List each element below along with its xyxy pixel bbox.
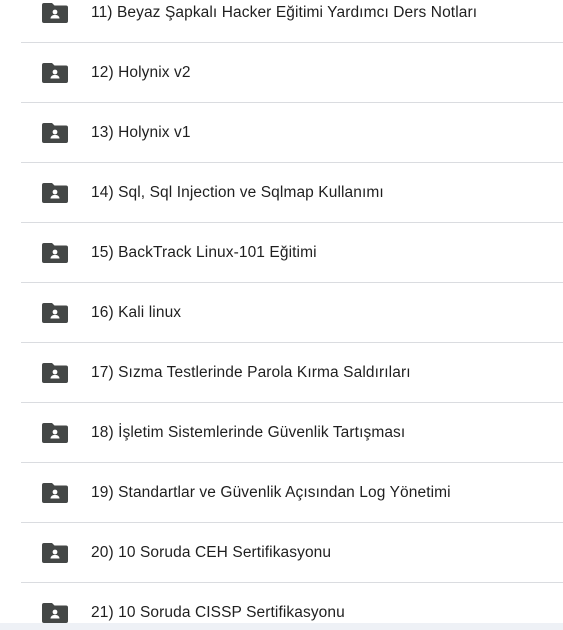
folder-row[interactable]: 19) Standartlar ve Güvenlik Açısından Lo… bbox=[21, 463, 563, 523]
folder-name: 13) Holynix v1 bbox=[91, 123, 191, 141]
folder-row[interactable]: 17) Sızma Testlerinde Parola Kırma Saldı… bbox=[21, 343, 563, 403]
shared-folder-icon bbox=[42, 62, 68, 83]
folder-row[interactable]: 15) BackTrack Linux-101 Eğitimi bbox=[21, 223, 563, 283]
folder-name: 17) Sızma Testlerinde Parola Kırma Saldı… bbox=[91, 363, 411, 381]
folder-name: 16) Kali linux bbox=[91, 303, 182, 321]
folder-name: 12) Holynix v2 bbox=[91, 63, 191, 81]
shared-folder-icon bbox=[42, 362, 68, 383]
shared-folder-icon bbox=[42, 422, 68, 443]
folder-row[interactable]: 18) İşletim Sistemlerinde Güvenlik Tartı… bbox=[21, 403, 563, 463]
shared-folder-icon bbox=[42, 122, 68, 143]
folder-row[interactable]: 14) Sql, Sql Injection ve Sqlmap Kullanı… bbox=[21, 163, 563, 223]
folder-row[interactable]: 13) Holynix v1 bbox=[21, 103, 563, 163]
folder-name: 21) 10 Soruda CISSP Sertifikasyonu bbox=[91, 604, 345, 621]
folder-row[interactable]: 20) 10 Soruda CEH Sertifikasyonu bbox=[21, 523, 563, 583]
shared-folder-icon bbox=[42, 182, 68, 203]
folder-list: 11) Beyaz Şapkalı Hacker Eğitimi Yardımc… bbox=[0, 0, 563, 630]
folder-row[interactable]: 12) Holynix v2 bbox=[21, 43, 563, 103]
folder-row[interactable]: 16) Kali linux bbox=[21, 283, 563, 343]
shared-folder-icon bbox=[42, 542, 68, 563]
bottom-bar bbox=[0, 623, 563, 630]
folder-name: 18) İşletim Sistemlerinde Güvenlik Tartı… bbox=[91, 423, 406, 441]
shared-folder-icon bbox=[42, 242, 68, 263]
folder-name: 19) Standartlar ve Güvenlik Açısından Lo… bbox=[91, 483, 451, 501]
folder-name: 11) Beyaz Şapkalı Hacker Eğitimi Yardımc… bbox=[91, 3, 478, 21]
folder-row[interactable]: 11) Beyaz Şapkalı Hacker Eğitimi Yardımc… bbox=[21, 0, 563, 43]
shared-folder-icon bbox=[42, 2, 68, 23]
folder-name: 14) Sql, Sql Injection ve Sqlmap Kullanı… bbox=[91, 183, 384, 201]
shared-folder-icon bbox=[42, 302, 68, 323]
shared-folder-icon bbox=[42, 603, 68, 623]
shared-folder-icon bbox=[42, 482, 68, 503]
folder-name: 15) BackTrack Linux-101 Eğitimi bbox=[91, 243, 317, 261]
folder-name: 20) 10 Soruda CEH Sertifikasyonu bbox=[91, 543, 332, 561]
